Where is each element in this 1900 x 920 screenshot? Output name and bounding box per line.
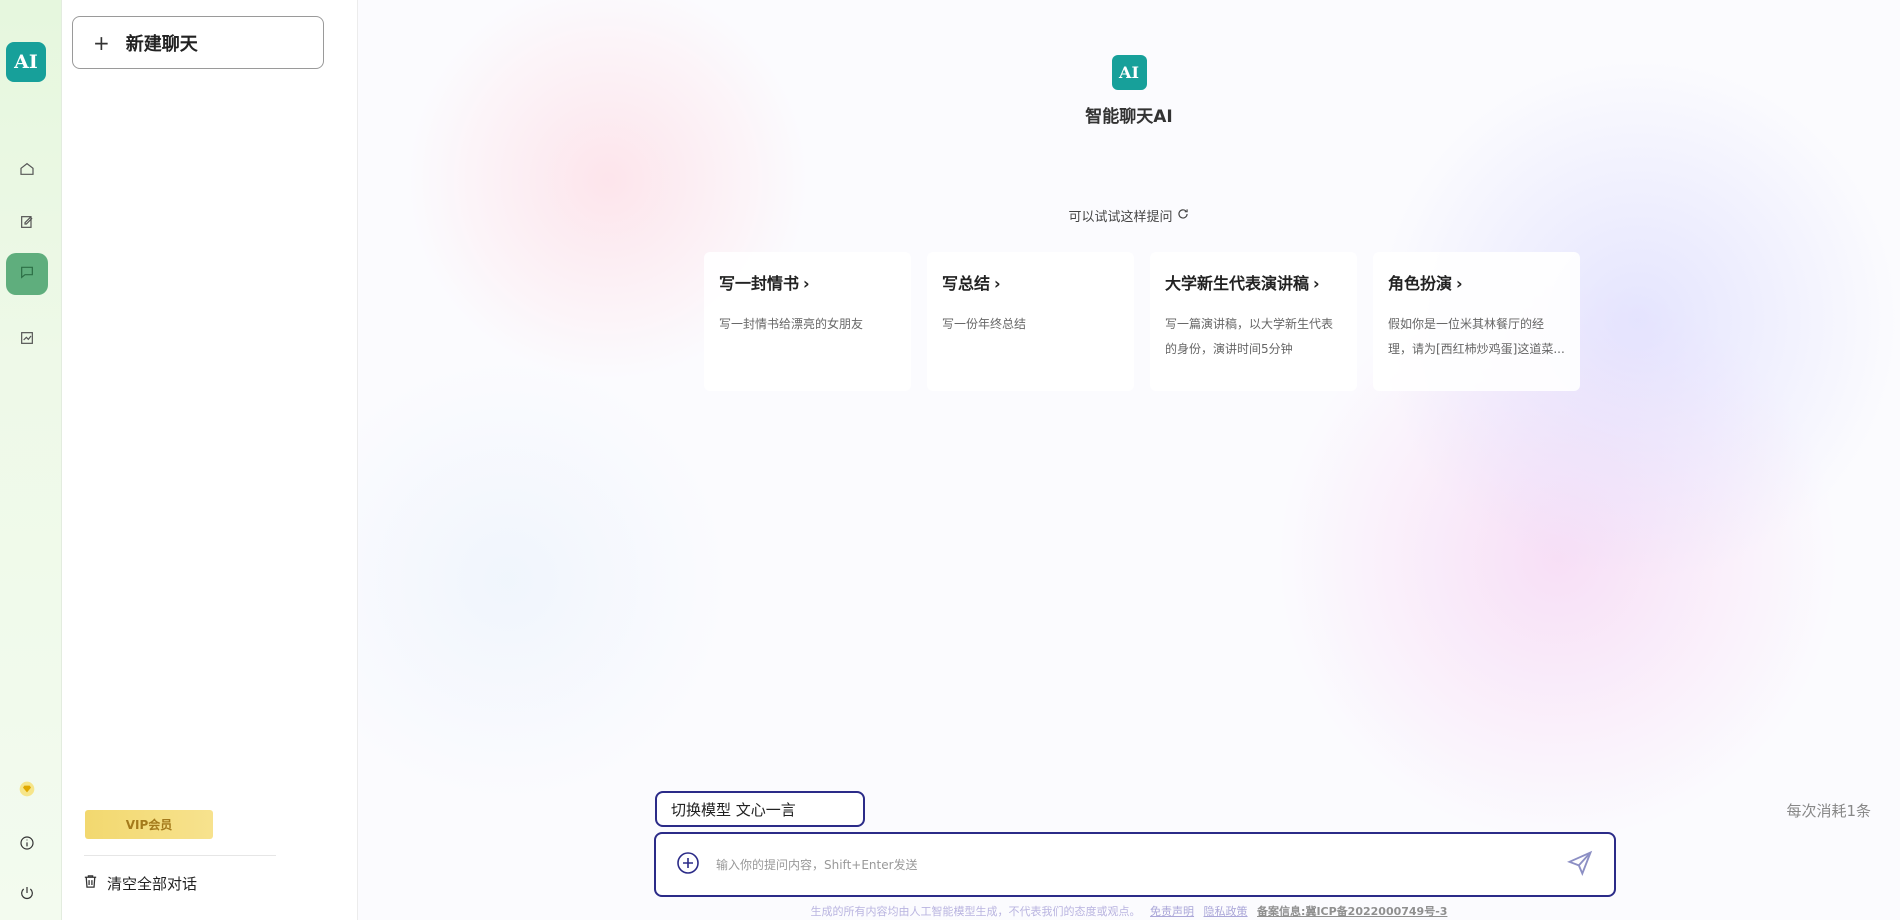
privacy-link[interactable]: 隐私政策	[1204, 905, 1248, 918]
app-root: AI + 新建聊天 VIP会员 清空全部对话 AI 智能聊天AI 可以试试这样提…	[0, 0, 1900, 920]
app-logo-small: AI	[1111, 55, 1147, 90]
home-icon	[19, 161, 35, 181]
chart-icon	[19, 330, 35, 350]
try-hint: 可以试试这样提问	[358, 206, 1900, 225]
home-button[interactable]	[6, 150, 48, 192]
trash-icon	[82, 873, 107, 894]
main-chat-area: AI 智能聊天AI 可以试试这样提问 写一封情书 › 写一封情书给漂亮的女朋友 写…	[358, 0, 1900, 920]
icon-rail: AI	[0, 0, 62, 920]
chart-button[interactable]	[6, 319, 48, 361]
prompt-card[interactable]: 写总结 › 写一份年终总结	[927, 252, 1134, 391]
power-icon	[19, 885, 35, 905]
clear-all-label: 清空全部对话	[107, 875, 198, 893]
prompt-card-desc: 写一篇演讲稿，以大学新生代表的身份，演讲时间5分钟	[1165, 317, 1334, 356]
info-button[interactable]	[6, 824, 48, 866]
chevron-right-icon: ›	[994, 274, 1001, 293]
write-button[interactable]	[6, 203, 48, 245]
prompt-card-desc: 假如你是一位米其林餐厅的经理，请为[西红柿炒鸡蛋]这道菜...	[1388, 317, 1565, 356]
prompt-card-title: 写一封情书	[719, 274, 800, 293]
prompt-card-title: 大学新生代表演讲稿	[1165, 274, 1310, 293]
chevron-right-icon: ›	[803, 274, 810, 293]
footer: 生成的所有内容均由人工智能模型生成，不代表我们的态度或观点。 免责声明 隐私政策…	[358, 903, 1900, 919]
footer-disclaimer: 生成的所有内容均由人工智能模型生成，不代表我们的态度或观点。	[810, 905, 1141, 918]
new-chat-button[interactable]: + 新建聊天	[72, 16, 324, 69]
terms-link[interactable]: 免责声明	[1150, 905, 1194, 918]
prompt-card-desc: 写一份年终总结	[942, 317, 1027, 331]
chevron-right-icon: ›	[1456, 274, 1463, 293]
vip-diamond-icon	[19, 781, 35, 801]
brand-header: AI 智能聊天AI	[358, 55, 1900, 127]
try-hint-label: 可以试试这样提问	[1068, 210, 1173, 225]
plus-icon: +	[93, 30, 110, 55]
new-chat-label: 新建聊天	[125, 33, 198, 55]
conversation-sidebar: + 新建聊天 VIP会员 清空全部对话	[62, 0, 358, 920]
prompt-input[interactable]	[716, 857, 1566, 872]
prompt-card[interactable]: 角色扮演 › 假如你是一位米其林餐厅的经理，请为[西红柿炒鸡蛋]这道菜...	[1373, 252, 1580, 391]
prompt-input-box	[654, 832, 1616, 897]
prompt-card[interactable]: 写一封情书 › 写一封情书给漂亮的女朋友	[704, 252, 911, 391]
clear-all-button[interactable]: 清空全部对话	[82, 873, 197, 894]
refresh-icon[interactable]	[1173, 207, 1190, 225]
prompt-card-title: 写总结	[942, 274, 991, 293]
prompt-suggestions: 写一封情书 › 写一封情书给漂亮的女朋友 写总结 › 写一份年终总结 大学新生代表演…	[704, 252, 1580, 391]
vip-member-button[interactable]: VIP会员	[85, 810, 213, 839]
divider	[84, 855, 276, 856]
cost-label: 每次消耗1条	[1786, 802, 1871, 820]
logout-button[interactable]	[6, 874, 48, 916]
model-switch-button[interactable]: 切换模型 文心一言	[655, 791, 865, 827]
icp-link[interactable]: 备案信息:冀ICP备2022000749号-3	[1257, 905, 1447, 918]
add-circle-icon[interactable]	[676, 851, 700, 879]
info-icon	[19, 835, 35, 855]
chat-icon	[19, 264, 35, 284]
chevron-right-icon: ›	[1313, 274, 1320, 293]
app-logo[interactable]: AI	[6, 42, 46, 82]
chat-button[interactable]	[6, 253, 48, 295]
send-icon[interactable]	[1566, 849, 1594, 881]
prompt-card[interactable]: 大学新生代表演讲稿 › 写一篇演讲稿，以大学新生代表的身份，演讲时间5分钟	[1150, 252, 1357, 391]
prompt-card-desc: 写一封情书给漂亮的女朋友	[719, 317, 864, 331]
vip-badge-button[interactable]	[6, 770, 48, 812]
page-title: 智能聊天AI	[1085, 107, 1173, 127]
prompt-card-title: 角色扮演	[1388, 274, 1453, 293]
edit-icon	[19, 214, 35, 234]
